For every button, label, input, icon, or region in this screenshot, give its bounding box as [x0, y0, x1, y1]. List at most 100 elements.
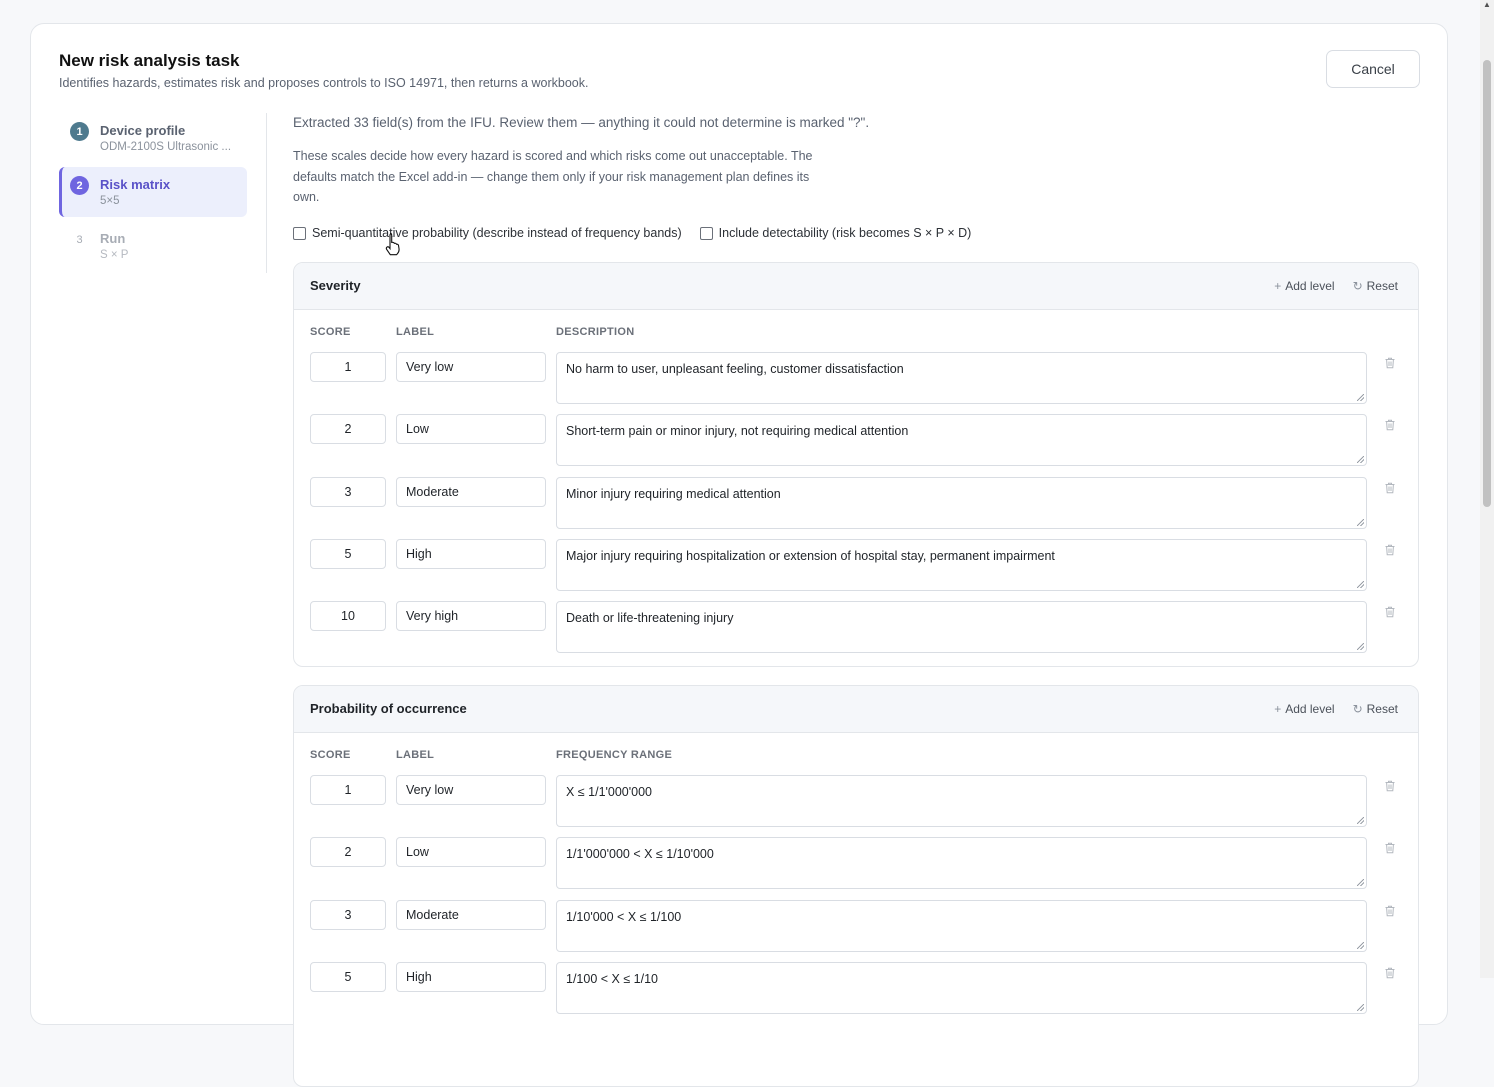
table-row: 10 Very high Death or life-threatening inj… [294, 601, 1418, 663]
table-row: 2 Low Short-term pain or minor injury, not… [294, 414, 1418, 476]
trash-icon[interactable] [1383, 481, 1397, 495]
label-input[interactable]: Low [396, 837, 546, 868]
semi-quantitative-label: Semi-quantitative probability (describe … [312, 226, 682, 240]
description-textarea[interactable]: X ≤ 1/1'000'000 [556, 775, 1367, 827]
trash-icon[interactable] [1383, 605, 1397, 619]
extraction-note: Extracted 33 field(s) from the IFU. Revi… [293, 115, 870, 130]
description-textarea[interactable]: 1/100 < X ≤ 1/10 [556, 961, 1367, 1014]
reset-icon: ↻ [1352, 279, 1363, 293]
intro-text: These scales decide how every hazard is … [293, 149, 813, 204]
reset-button[interactable]: ↻ Reset [1353, 702, 1398, 716]
label-input[interactable]: Moderate [396, 476, 546, 507]
description-text: 1/100 < X ≤ 1/10 [566, 971, 658, 986]
score-input[interactable]: 5 [310, 961, 386, 992]
hand-cursor-icon [385, 232, 400, 256]
col-score: SCORE [310, 326, 351, 338]
label-input[interactable]: Very low [396, 352, 546, 382]
description-text: X ≤ 1/1'000'000 [566, 785, 653, 799]
score-input[interactable]: 2 [310, 837, 386, 868]
cancel-button[interactable]: Cancel [1326, 50, 1420, 88]
trash-icon[interactable] [1383, 356, 1397, 370]
col-score: SCORE [310, 749, 351, 761]
label-input[interactable]: Very low [396, 775, 546, 805]
detectability-label: Include detectability (risk becomes S × … [718, 226, 972, 240]
trash-icon[interactable] [1383, 841, 1397, 855]
step-subtitle: ODM-2100S Ultrasonic ... [100, 141, 232, 153]
step-run[interactable]: 3 Run S × P [59, 221, 247, 271]
resize-handle-icon[interactable] [1357, 643, 1364, 651]
score-input[interactable]: 2 [310, 414, 386, 445]
score-input[interactable]: 3 [310, 476, 386, 507]
resize-handle-icon[interactable] [1357, 394, 1364, 401]
probability-section: Probability of occurrence + Add level ↻ Re… [293, 685, 1419, 1087]
page-scrollbar[interactable]: ▲ [1480, 0, 1494, 978]
reset-label: Reset [1366, 279, 1398, 293]
table-row: 3 Moderate Minor injury requiring medical … [294, 476, 1418, 539]
table-row: 5 High Major injury requiring hospitalizat… [294, 538, 1418, 601]
step-device-profile[interactable]: 1 Device profile ODM-2100S Ultrasonic ..… [59, 113, 247, 163]
resize-handle-icon[interactable] [1357, 1003, 1364, 1011]
score-input[interactable]: 10 [310, 601, 386, 632]
section-title: Severity [310, 278, 361, 293]
step-label: Run [100, 231, 126, 246]
resize-handle-icon[interactable] [1357, 580, 1364, 588]
section-title: Probability of occurrence [310, 701, 467, 716]
scroll-up-arrow-icon[interactable]: ▲ [1483, 0, 1491, 9]
description-textarea[interactable]: Major injury requiring hospitalization o… [556, 538, 1367, 591]
score-input[interactable]: 5 [310, 538, 386, 569]
resize-handle-icon[interactable] [1357, 518, 1364, 526]
page-title: New risk analysis task [59, 51, 240, 70]
resize-handle-icon[interactable] [1357, 456, 1364, 464]
label-input[interactable]: Moderate [396, 899, 546, 930]
reset-icon: ↻ [1352, 702, 1363, 716]
semi-quantitative-checkbox[interactable] [293, 226, 306, 240]
trash-icon[interactable] [1383, 543, 1397, 557]
label-input[interactable]: Very high [396, 601, 546, 632]
plus-icon: + [1274, 279, 1282, 293]
add-level-button[interactable]: + Add level [1274, 279, 1334, 293]
task-dialog: New risk analysis task Identifies hazard… [30, 23, 1448, 1087]
resize-handle-icon[interactable] [1357, 817, 1364, 824]
description-textarea[interactable]: No harm to user, unpleasant feeling, cus… [556, 352, 1367, 404]
col-frequency-range: FREQUENCY RANGE [556, 749, 673, 761]
stepper: 1 Device profile ODM-2100S Ultrasonic ..… [59, 113, 247, 275]
description-text: Death or life-threatening injury [566, 611, 734, 626]
score-input[interactable]: 1 [310, 352, 386, 382]
detectability-option[interactable]: Include detectability (risk becomes S × … [699, 226, 972, 240]
score-input[interactable]: 3 [310, 899, 386, 930]
description-text: Minor injury requiring medical attention [566, 486, 781, 501]
description-text: No harm to user, unpleasant feeling, cus… [566, 362, 904, 376]
description-textarea[interactable]: 1/10'000 < X ≤ 1/100 [556, 899, 1367, 952]
trash-icon[interactable] [1383, 904, 1397, 918]
scroll-thumb[interactable] [1483, 60, 1491, 507]
table-row: 3 Moderate 1/10'000 < X ≤ 1/100 [294, 899, 1418, 962]
reset-button[interactable]: ↻ Reset [1353, 279, 1398, 293]
col-label: LABEL [396, 326, 435, 338]
table-row: 1 Very low X ≤ 1/1'000'000 [294, 775, 1418, 837]
reset-label: Reset [1366, 702, 1398, 716]
probability-header: Probability of occurrence + Add level ↻ Re… [294, 686, 1418, 733]
add-level-label: Add level [1285, 279, 1335, 293]
description-textarea[interactable]: 1/1'000'000 < X ≤ 1/10'000 [556, 837, 1367, 890]
detectability-checkbox[interactable] [699, 226, 713, 240]
description-textarea[interactable]: Death or life-threatening injury [556, 601, 1367, 654]
score-input[interactable]: 1 [310, 775, 386, 805]
table-row: 5 High 1/100 < X ≤ 1/10 [294, 961, 1418, 1024]
description-text: 1/10'000 < X ≤ 1/100 [566, 909, 682, 924]
step-risk-matrix[interactable]: 2 Risk matrix 5×5 [59, 167, 247, 217]
description-textarea[interactable]: Minor injury requiring medical attention [556, 476, 1367, 529]
semi-quantitative-option[interactable]: Semi-quantitative probability (describe … [293, 226, 682, 240]
step-label: Risk matrix [100, 177, 171, 192]
label-input[interactable]: High [396, 538, 546, 569]
resize-handle-icon[interactable] [1357, 879, 1364, 887]
resize-handle-icon[interactable] [1357, 941, 1364, 949]
add-level-button[interactable]: + Add level [1274, 702, 1334, 716]
label-input[interactable]: High [396, 961, 546, 992]
trash-icon[interactable] [1383, 418, 1397, 432]
trash-icon[interactable] [1383, 779, 1397, 793]
step-number: 1 [70, 122, 89, 141]
severity-section: Severity + Add level ↻ Reset SCORE LABEL D… [293, 262, 1419, 667]
description-textarea[interactable]: Short-term pain or minor injury, not req… [556, 414, 1367, 467]
description-text: Major injury requiring hospitalization o… [566, 548, 1055, 563]
label-input[interactable]: Low [396, 414, 546, 445]
